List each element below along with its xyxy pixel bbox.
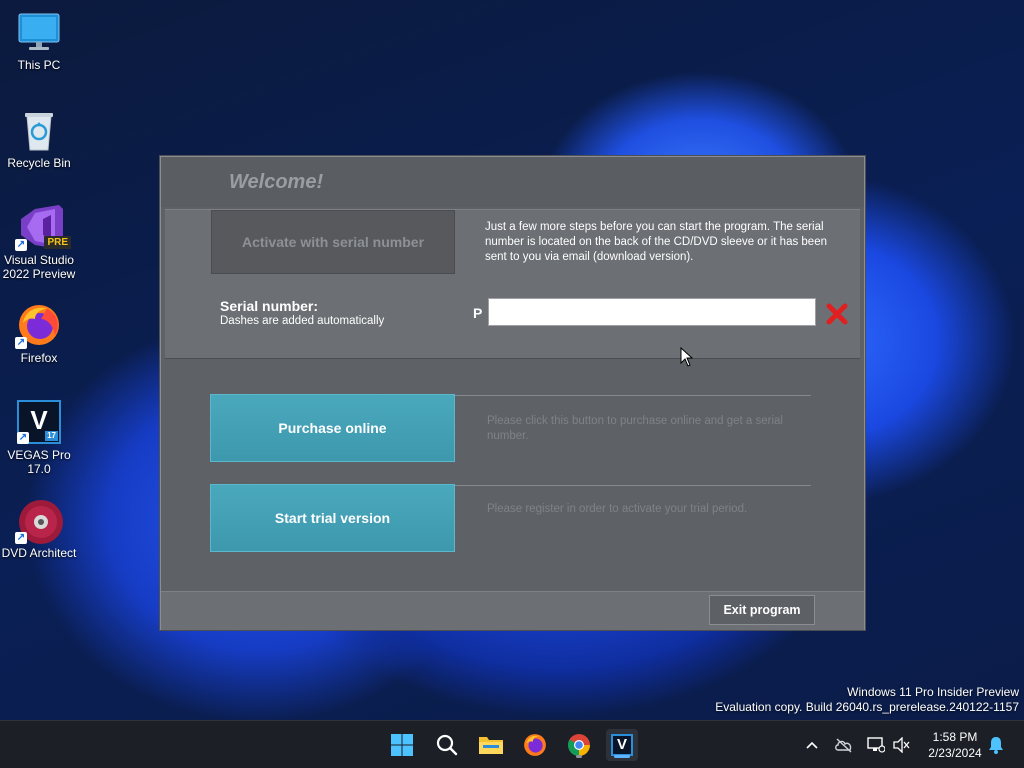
desktop-icon-firefox[interactable]: ↗ Firefox — [0, 303, 78, 365]
notifications-button[interactable] — [986, 735, 1006, 755]
serial-number-hint: Dashes are added automatically — [220, 315, 385, 327]
desktop-icon-label: DVD Architect — [1, 546, 77, 560]
trial-description: Please register in order to activate you… — [487, 503, 748, 515]
start-button[interactable] — [386, 729, 418, 761]
desktop-icon-label: Visual Studio 2022 Preview — [2, 253, 76, 281]
activation-panel: Activate with serial number Just a few m… — [165, 209, 860, 359]
volume-button[interactable] — [892, 735, 912, 755]
activate-with-serial-button[interactable]: Activate with serial number — [211, 210, 455, 274]
start-trial-button[interactable]: Start trial version — [210, 484, 455, 552]
clear-serial-button[interactable] — [825, 302, 849, 326]
folder-icon — [479, 737, 503, 754]
shortcut-arrow-icon: ↗ — [15, 532, 27, 544]
visual-studio-icon: PRE ↗ — [15, 205, 71, 251]
purchase-description: Please click this button to purchase onl… — [487, 415, 783, 442]
exit-program-button[interactable]: Exit program — [709, 595, 815, 625]
vegas-pro-icon: V 17 ↗ — [17, 400, 61, 444]
desktop: This PC Recycle Bin PRE ↗ Visual Studio … — [0, 0, 1024, 768]
monitor-icon — [17, 10, 61, 54]
cloud-off-icon — [835, 738, 852, 753]
windows-logo-icon — [391, 734, 413, 756]
divider — [455, 395, 811, 396]
welcome-dialog: Welcome! Activate with serial number Jus… — [160, 156, 865, 630]
version-badge: 17 — [45, 431, 58, 441]
desktop-icon-visual-studio[interactable]: PRE ↗ Visual Studio 2022 Preview — [0, 205, 78, 281]
search-icon — [436, 734, 458, 756]
dialog-title: Welcome! — [229, 171, 324, 193]
purchase-online-button[interactable]: Purchase online — [210, 394, 455, 462]
bell-icon — [989, 737, 1003, 754]
running-indicator — [576, 755, 582, 758]
search-button[interactable] — [431, 729, 463, 761]
clock[interactable]: 1:58 PM 2/23/2024 — [920, 729, 990, 761]
volume-muted-icon — [893, 737, 910, 753]
shortcut-arrow-icon: ↗ — [17, 432, 29, 444]
desktop-icon-label: VEGAS Pro 17.0 — [7, 448, 71, 476]
file-explorer-button[interactable] — [475, 729, 507, 761]
serial-prefix: P — [473, 305, 483, 321]
serial-number-input[interactable] — [488, 298, 816, 326]
serial-number-label: Serial number: — [220, 298, 319, 314]
firefox-icon: ↗ — [15, 303, 61, 349]
desktop-icon-dvd-architect[interactable]: ↗ DVD Architect — [0, 498, 78, 560]
vegas-pro-taskbar-button[interactable]: V — [606, 729, 638, 761]
activate-description: Just a few more steps before you can sta… — [485, 221, 827, 263]
desktop-icon-this-pc[interactable]: This PC — [0, 10, 78, 72]
desktop-icon-vegas-pro[interactable]: V 17 ↗ VEGAS Pro 17.0 — [0, 400, 78, 476]
dvd-disc-icon: ↗ — [15, 498, 63, 544]
network-button[interactable] — [866, 735, 886, 755]
desktop-icon-label: This PC — [17, 58, 61, 72]
shortcut-arrow-icon: ↗ — [15, 337, 27, 349]
chrome-icon — [568, 734, 590, 756]
dialog-footer: Exit program — [161, 591, 864, 630]
chevron-up-icon — [806, 741, 818, 749]
mouse-cursor-icon — [680, 347, 694, 367]
desktop-icon-label: Recycle Bin — [7, 156, 71, 170]
active-indicator — [614, 755, 630, 758]
taskbar: V 1:58 PM 2/23/2024 — [0, 720, 1024, 768]
firefox-icon — [524, 734, 546, 756]
dialog-header: Welcome! — [161, 157, 864, 207]
onedrive-button[interactable] — [834, 735, 854, 755]
vegas-pro-icon: V — [611, 734, 633, 756]
chrome-taskbar-button[interactable] — [563, 729, 595, 761]
network-icon — [867, 737, 885, 753]
shortcut-arrow-icon: ↗ — [15, 239, 27, 251]
show-hidden-icons-button[interactable] — [802, 735, 822, 755]
close-icon — [826, 303, 848, 325]
recycle-bin-icon — [17, 108, 61, 152]
firefox-taskbar-button[interactable] — [519, 729, 551, 761]
clock-date: 2/23/2024 — [928, 746, 982, 760]
divider — [455, 485, 811, 486]
desktop-icon-recycle-bin[interactable]: Recycle Bin — [0, 108, 78, 170]
clock-time: 1:58 PM — [932, 730, 978, 744]
windows-watermark: Windows 11 Pro Insider Preview Evaluatio… — [715, 685, 1019, 714]
preview-badge: PRE — [44, 236, 71, 249]
desktop-icon-label: Firefox — [20, 351, 58, 365]
